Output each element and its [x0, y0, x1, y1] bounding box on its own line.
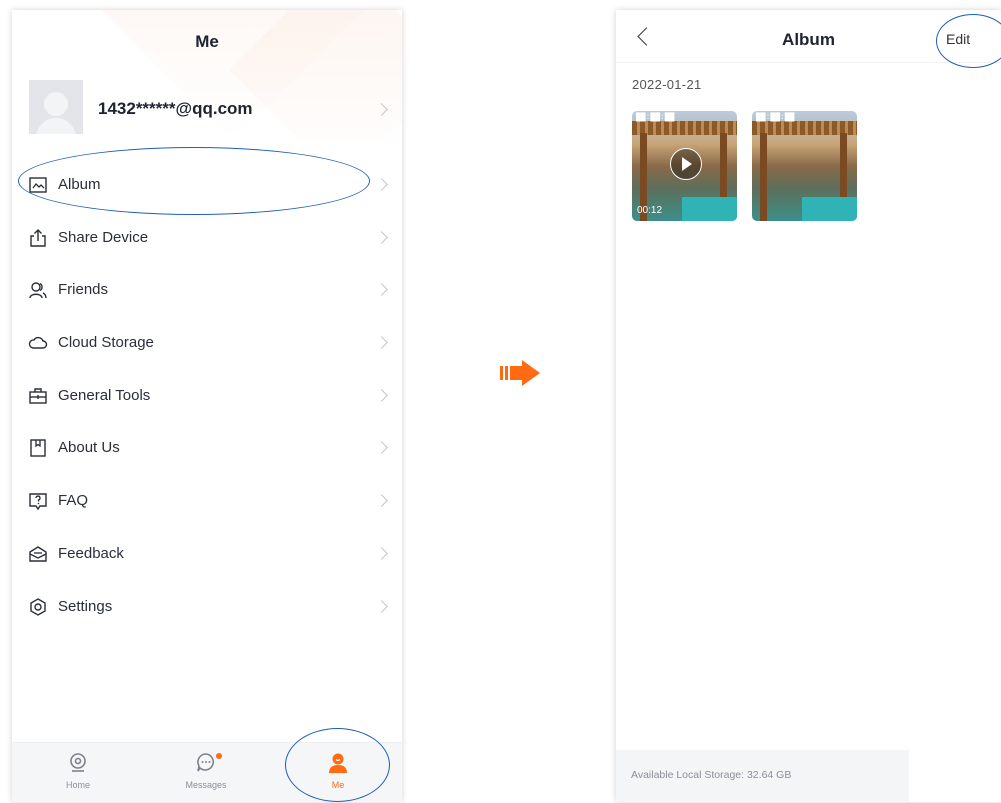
video-duration: 00:12 — [637, 205, 663, 216]
menu-item-album[interactable]: Album — [12, 158, 402, 211]
arrow-right-icon — [500, 360, 540, 386]
album-image-thumbnail[interactable]: ██:██:██ — [752, 111, 857, 221]
menu-item-settings[interactable]: Settings — [12, 580, 402, 633]
me-screen: Me 1432******@qq.com Album Share Device … — [12, 10, 402, 802]
tab-label: Messages — [185, 780, 227, 790]
question-icon — [29, 493, 47, 511]
chevron-right-icon — [375, 599, 388, 613]
page-title: Album — [782, 30, 835, 49]
menu-item-label: Cloud Storage — [58, 334, 154, 352]
edit-button[interactable]: Edit — [946, 31, 970, 47]
chat-icon — [197, 753, 215, 772]
gear-icon — [30, 597, 46, 616]
notification-badge — [216, 753, 222, 759]
timestamp-overlay: ██:██:██ — [636, 113, 675, 122]
menu-item-label: Album — [58, 176, 101, 193]
nav-bar: Album Edit — [616, 10, 1001, 63]
timestamp-overlay: ██:██:██ — [756, 113, 795, 122]
user-icon — [329, 753, 347, 773]
menu-item-cloud-storage[interactable]: Cloud Storage — [12, 316, 402, 369]
feedback-icon — [29, 545, 47, 562]
account-row[interactable]: 1432******@qq.com — [12, 70, 402, 150]
tab-label: Home — [65, 780, 90, 790]
chevron-right-icon — [375, 230, 388, 244]
toolbox-icon — [29, 388, 47, 404]
share-icon — [30, 228, 46, 247]
album-screen: Album Edit 2022-01-21 ██:██:██ 00:12 ██:… — [616, 10, 1001, 802]
menu-item-share-device[interactable]: Share Device — [12, 211, 402, 264]
menu-item-label: Settings — [58, 597, 113, 615]
menu-list: Album Share Device Friends Cloud Storage… — [12, 158, 402, 632]
album-date: 2022-01-21 — [632, 77, 702, 92]
menu-item-label: General Tools — [58, 386, 151, 404]
menu-item-faq[interactable]: FAQ — [12, 474, 402, 527]
camera-icon — [70, 753, 86, 772]
menu-item-general-tools[interactable]: General Tools — [12, 369, 402, 422]
menu-item-friends[interactable]: Friends — [12, 263, 402, 316]
tab-me[interactable]: Me — [278, 743, 398, 802]
chevron-right-icon — [375, 441, 388, 455]
avatar — [29, 80, 83, 134]
menu-item-about-us[interactable]: About Us — [12, 421, 402, 474]
image-icon — [29, 177, 47, 193]
menu-item-label: About Us — [58, 439, 120, 457]
menu-item-label: Feedback — [58, 544, 124, 562]
page-title: Me — [195, 32, 219, 51]
bookmark-icon — [30, 439, 46, 458]
chevron-right-icon — [375, 336, 388, 349]
storage-text: Available Local Storage: 32.64 GB — [631, 769, 792, 781]
chevron-right-icon — [375, 546, 388, 560]
tab-messages[interactable]: Messages — [146, 743, 266, 802]
storage-info: Available Local Storage: 32.64 GB — [616, 750, 909, 802]
friends-icon — [29, 282, 47, 299]
account-email: 1432******@qq.com — [98, 99, 253, 118]
tab-label: Me — [331, 780, 345, 790]
chevron-right-icon — [375, 178, 388, 191]
tab-bar: Home Messages Me — [12, 742, 402, 802]
menu-item-feedback[interactable]: Feedback — [12, 527, 402, 580]
chevron-right-icon — [375, 283, 388, 297]
chevron-right-icon — [375, 103, 388, 116]
menu-item-label: FAQ — [58, 492, 89, 510]
play-icon[interactable] — [670, 148, 702, 180]
cloud-icon — [28, 336, 48, 349]
album-video-thumbnail[interactable]: ██:██:██ 00:12 — [632, 111, 737, 221]
chevron-right-icon — [375, 388, 388, 402]
menu-item-label: Share Device — [58, 228, 149, 246]
menu-item-label: Friends — [58, 281, 109, 299]
chevron-right-icon — [375, 494, 388, 507]
tab-home[interactable]: Home — [18, 743, 138, 802]
